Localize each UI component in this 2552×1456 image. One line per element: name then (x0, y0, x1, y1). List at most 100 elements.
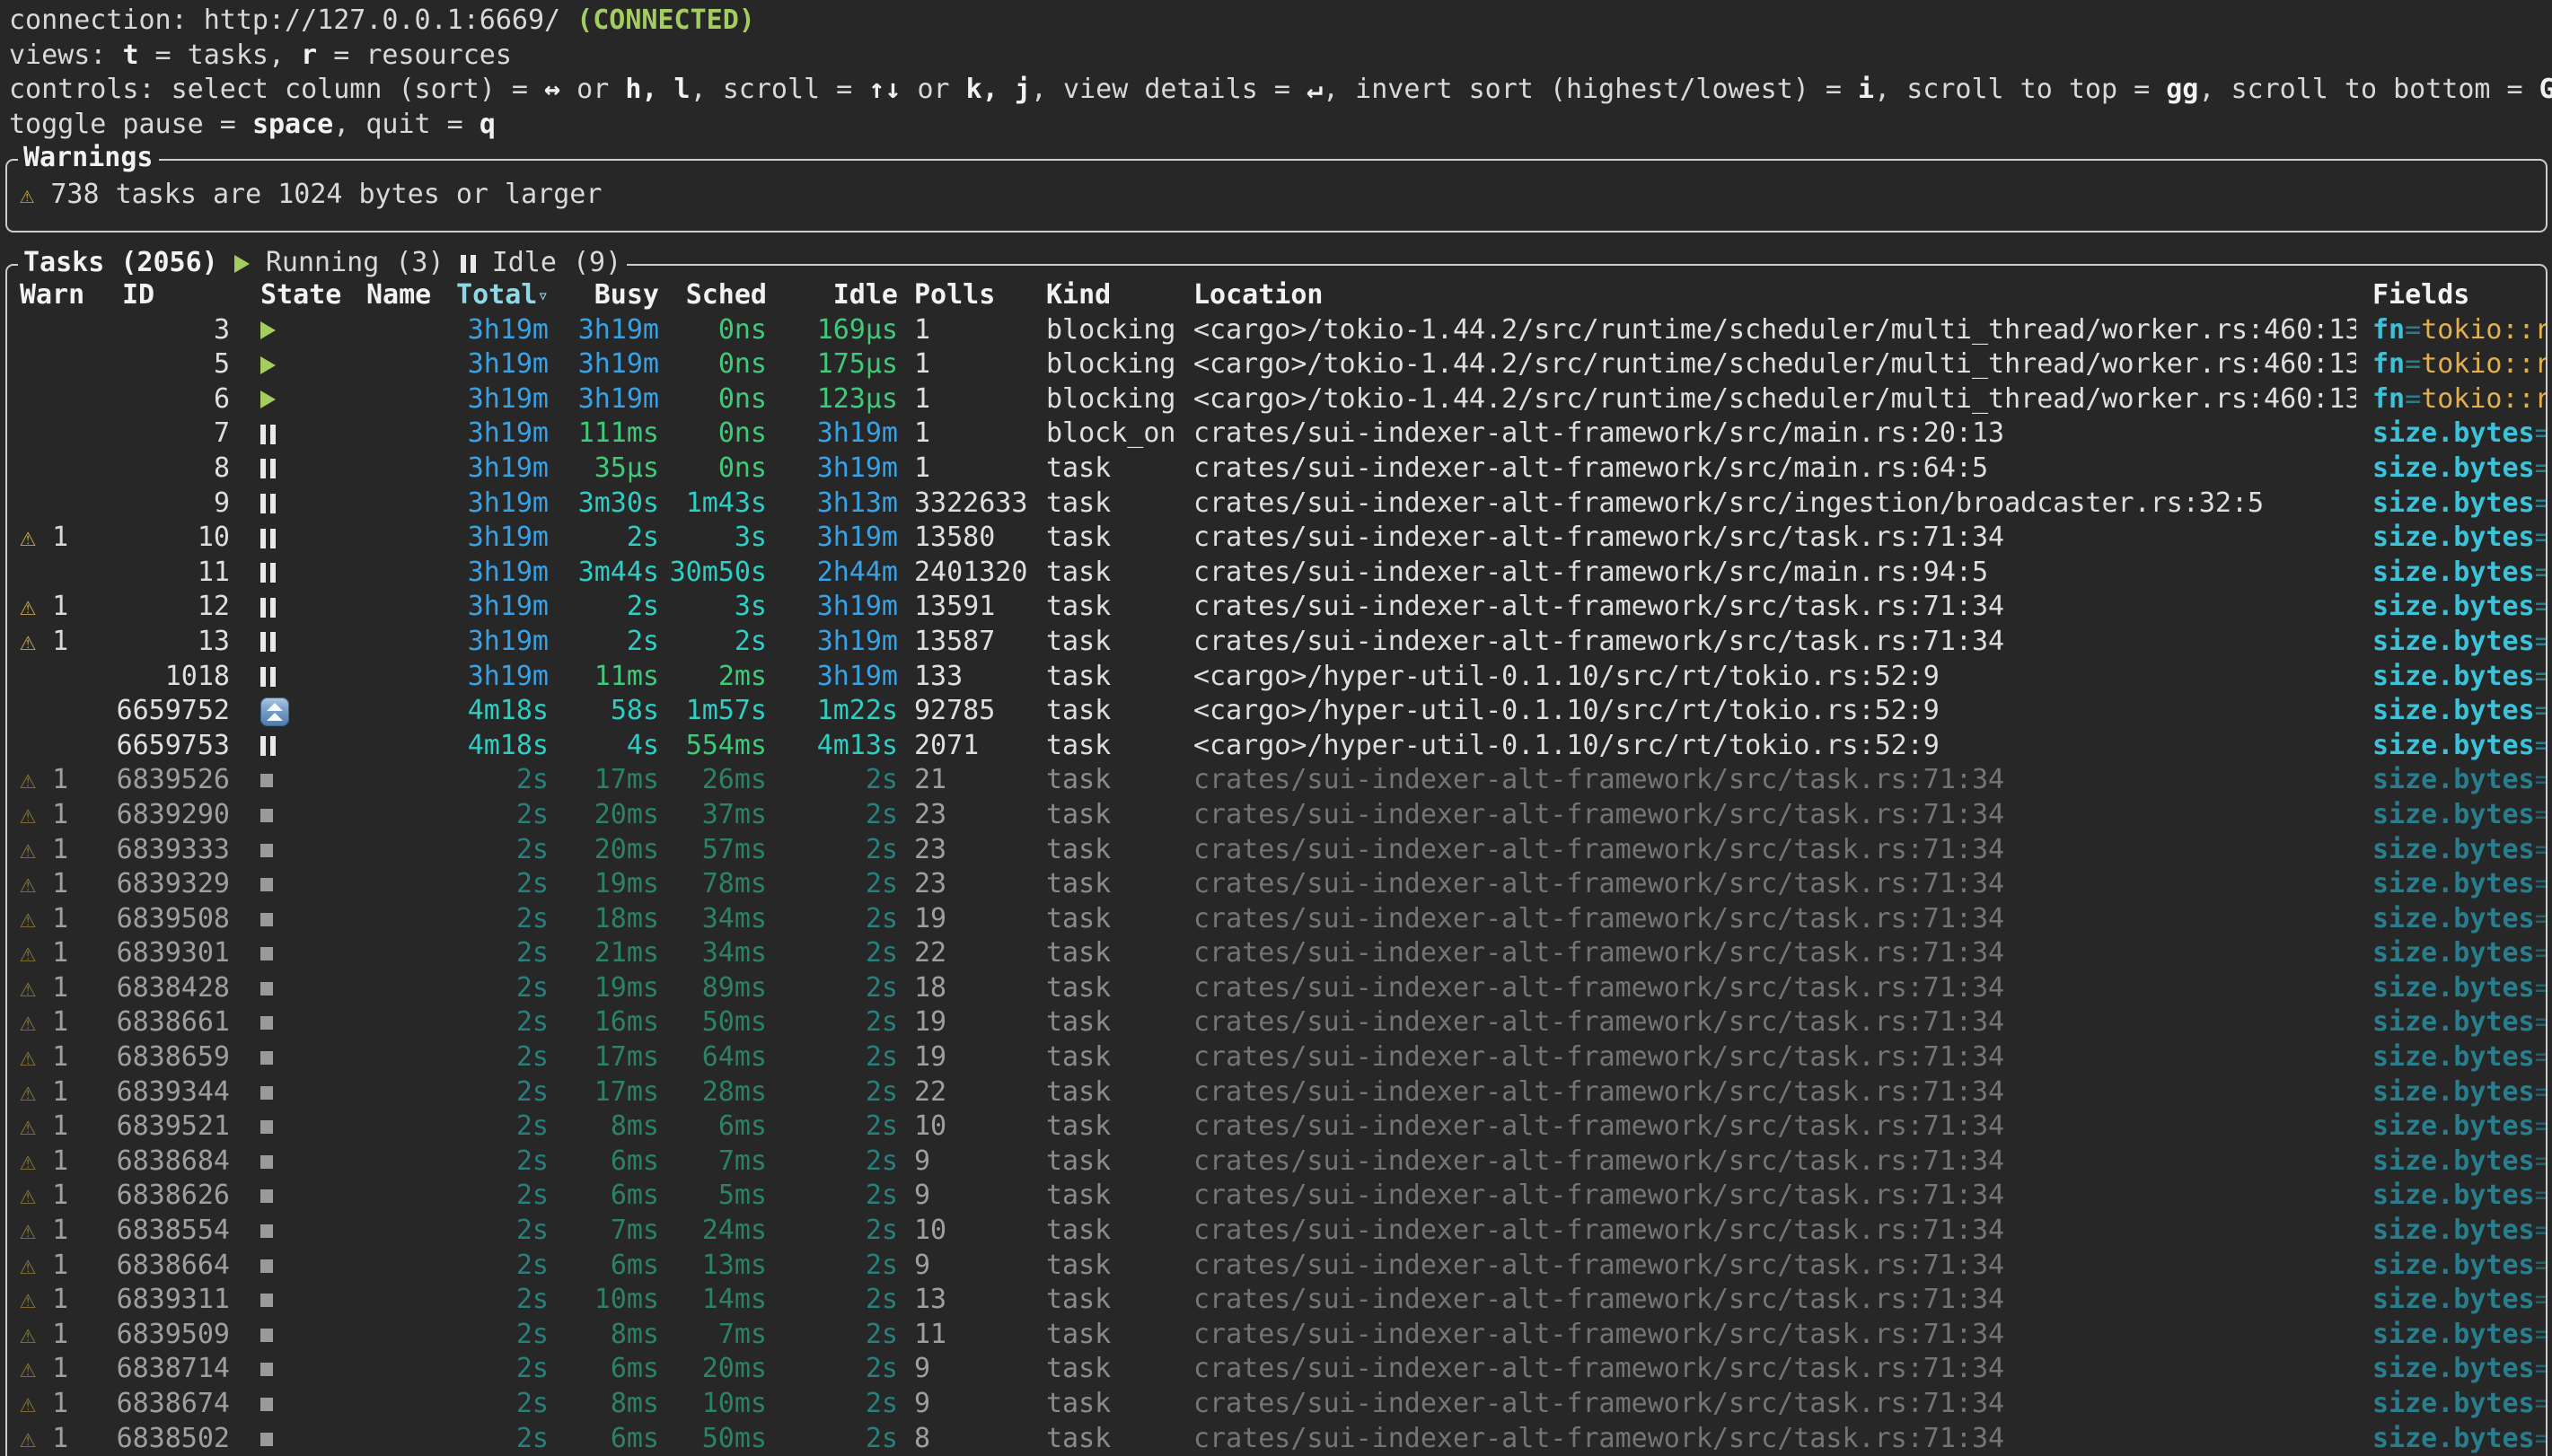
warn-count: 1 (36, 522, 68, 553)
cell-total: 2s (456, 1387, 549, 1422)
field-value: tokio::r (2421, 383, 2546, 415)
cell-warn: ⚠ 1 (7, 1214, 113, 1249)
task-row[interactable]: 83h19m35µs0ns3h19m1taskcrates/sui-indexe… (7, 452, 2546, 487)
task-row[interactable]: ⚠ 1103h19m2s3s3h19m13580taskcrates/sui-i… (7, 521, 2546, 556)
field-value: tokio::r (2421, 348, 2546, 380)
task-row[interactable]: ⚠ 168386262s6ms5ms2s9taskcrates/sui-inde… (7, 1179, 2546, 1214)
cell-location: <cargo>/hyper-util-0.1.10/src/rt/tokio.r… (1177, 660, 2356, 695)
task-row[interactable]: ⚠ 168387142s6ms20ms2s9taskcrates/sui-ind… (7, 1352, 2546, 1387)
field-equals: = (2535, 730, 2546, 761)
task-row[interactable]: ⚠ 1133h19m2s2s3h19m13587taskcrates/sui-i… (7, 625, 2546, 660)
cell-warn: ⚠ 1 (7, 936, 113, 971)
cell-polls: 10 (898, 1214, 1030, 1249)
column-header-warn[interactable]: Warn (7, 278, 113, 313)
cell-id: 6838428 (113, 971, 230, 1006)
column-header-kind[interactable]: Kind (1030, 278, 1177, 313)
cell-fields: size.bytes= (2356, 1179, 2546, 1214)
paused-icon (260, 667, 276, 687)
task-row[interactable]: ⚠ 1123h19m2s3s3h19m13591taskcrates/sui-i… (7, 590, 2546, 625)
running-icon (260, 356, 276, 374)
cell-total: 3h19m (456, 417, 549, 452)
cell-idle: 2s (767, 902, 898, 937)
task-row[interactable]: ⚠ 168393332s20ms57ms2s23taskcrates/sui-i… (7, 833, 2546, 868)
cell-id: 11 (113, 556, 230, 591)
cell-busy: 10ms (549, 1283, 659, 1318)
column-header-total[interactable]: Total▿ (456, 278, 549, 313)
cell-sched: 2s (659, 625, 767, 660)
cell-warn: ⚠ 1 (7, 971, 113, 1006)
column-header-sched[interactable]: Sched (659, 278, 767, 313)
cell-fields: size.bytes= (2356, 1318, 2546, 1353)
column-header-id[interactable]: ID (113, 278, 230, 313)
task-row[interactable]: ⚠ 168384282s19ms89ms2s18taskcrates/sui-i… (7, 971, 2546, 1006)
column-header-polls[interactable]: Polls (898, 278, 1030, 313)
task-row[interactable]: 33h19m3h19m0ns169µs1blocking<cargo>/toki… (7, 313, 2546, 348)
task-row[interactable]: ⚠ 168385022s6ms50ms2s8taskcrates/sui-ind… (7, 1422, 2546, 1456)
cell-total: 2s (456, 1179, 549, 1214)
task-row[interactable]: ⚠ 168393112s10ms14ms2s13taskcrates/sui-i… (7, 1283, 2546, 1318)
running-icon (260, 321, 276, 339)
cell-idle: 169µs (767, 313, 898, 348)
task-row[interactable]: ⚠ 168393292s19ms78ms2s23taskcrates/sui-i… (7, 867, 2546, 902)
cell-busy: 58s (549, 694, 659, 729)
cell-kind: block_on (1030, 417, 1177, 452)
task-row[interactable]: ⚠ 168395212s8ms6ms2s10taskcrates/sui-ind… (7, 1110, 2546, 1145)
task-row[interactable]: ⚠ 168386642s6ms13ms2s9taskcrates/sui-ind… (7, 1249, 2546, 1284)
task-row[interactable]: 66597534m18s4s554ms4m13s2071task<cargo>/… (7, 729, 2546, 764)
task-row[interactable]: 53h19m3h19m0ns175µs1blocking<cargo>/toki… (7, 347, 2546, 382)
column-header-idle[interactable]: Idle (767, 278, 898, 313)
cell-state (230, 1075, 366, 1110)
cell-state (230, 1214, 366, 1249)
task-row[interactable]: ⚠ 168395092s8ms7ms2s11taskcrates/sui-ind… (7, 1318, 2546, 1353)
column-header-name[interactable]: Name (366, 278, 456, 313)
column-header-busy[interactable]: Busy (549, 278, 659, 313)
cell-name (366, 1249, 456, 1284)
task-row[interactable]: ⚠ 168395262s17ms26ms2s21taskcrates/sui-i… (7, 763, 2546, 798)
cell-kind: blocking (1030, 347, 1177, 382)
field-equals: = (2535, 1215, 2546, 1246)
cell-fields: size.bytes= (2356, 487, 2546, 522)
task-row[interactable]: ⚠ 168385542s7ms24ms2s10taskcrates/sui-in… (7, 1214, 2546, 1249)
task-row[interactable]: ⚠ 168392902s20ms37ms2s23taskcrates/sui-i… (7, 798, 2546, 833)
cell-total: 3h19m (456, 660, 549, 695)
cell-warn: ⚠ 1 (7, 798, 113, 833)
done-icon (260, 1120, 273, 1134)
field-key: size.bytes (2372, 1423, 2535, 1454)
cell-fields: fn=tokio::r (2356, 313, 2546, 348)
cell-total: 2s (456, 902, 549, 937)
task-row[interactable]: ⚠ 168386742s8ms10ms2s9taskcrates/sui-ind… (7, 1387, 2546, 1422)
task-row[interactable]: 73h19m111ms0ns3h19m1block_oncrates/sui-i… (7, 417, 2546, 452)
column-header-fields[interactable]: Fields (2356, 278, 2546, 313)
field-equals: = (2535, 834, 2546, 865)
cell-polls: 23 (898, 833, 1030, 868)
column-header-location[interactable]: Location (1177, 278, 2356, 313)
cell-busy: 17ms (549, 1040, 659, 1075)
cell-busy: 16ms (549, 1005, 659, 1040)
cell-location: <cargo>/hyper-util-0.1.10/src/rt/tokio.r… (1177, 694, 2356, 729)
cell-state (230, 1249, 366, 1284)
task-row[interactable]: ⚠ 168386592s17ms64ms2s19taskcrates/sui-i… (7, 1040, 2546, 1075)
cell-polls: 9 (898, 1179, 1030, 1214)
cell-id: 9 (113, 487, 230, 522)
task-row[interactable]: 93h19m3m30s1m43s3h13m3322633taskcrates/s… (7, 487, 2546, 522)
cell-kind: task (1030, 729, 1177, 764)
task-row[interactable]: ⚠ 168386842s6ms7ms2s9taskcrates/sui-inde… (7, 1145, 2546, 1180)
task-row[interactable]: ⚠ 168395082s18ms34ms2s19taskcrates/sui-i… (7, 902, 2546, 937)
task-row[interactable]: 63h19m3h19m0ns123µs1blocking<cargo>/toki… (7, 382, 2546, 417)
cell-location: crates/sui-indexer-alt-framework/src/mai… (1177, 452, 2356, 487)
field-equals: = (2535, 1284, 2546, 1315)
column-header-state[interactable]: State (230, 278, 366, 313)
cell-polls: 8 (898, 1422, 1030, 1456)
cell-idle: 2s (767, 1283, 898, 1318)
warn-count: 1 (36, 1180, 68, 1211)
task-row[interactable]: 66597524m18s58s1m57s1m22s92785task<cargo… (7, 694, 2546, 729)
field-key: fn (2372, 314, 2405, 346)
field-key: size.bytes (2372, 1215, 2535, 1246)
task-row[interactable]: 113h19m3m44s30m50s2h44m2401320taskcrates… (7, 556, 2546, 591)
task-row[interactable]: 10183h19m11ms2ms3h19m133task<cargo>/hype… (7, 660, 2546, 695)
cell-name (366, 382, 456, 417)
cell-state (230, 798, 366, 833)
task-row[interactable]: ⚠ 168386612s16ms50ms2s19taskcrates/sui-i… (7, 1005, 2546, 1040)
task-row[interactable]: ⚠ 168393012s21ms34ms2s22taskcrates/sui-i… (7, 936, 2546, 971)
task-row[interactable]: ⚠ 168393442s17ms28ms2s22taskcrates/sui-i… (7, 1075, 2546, 1110)
